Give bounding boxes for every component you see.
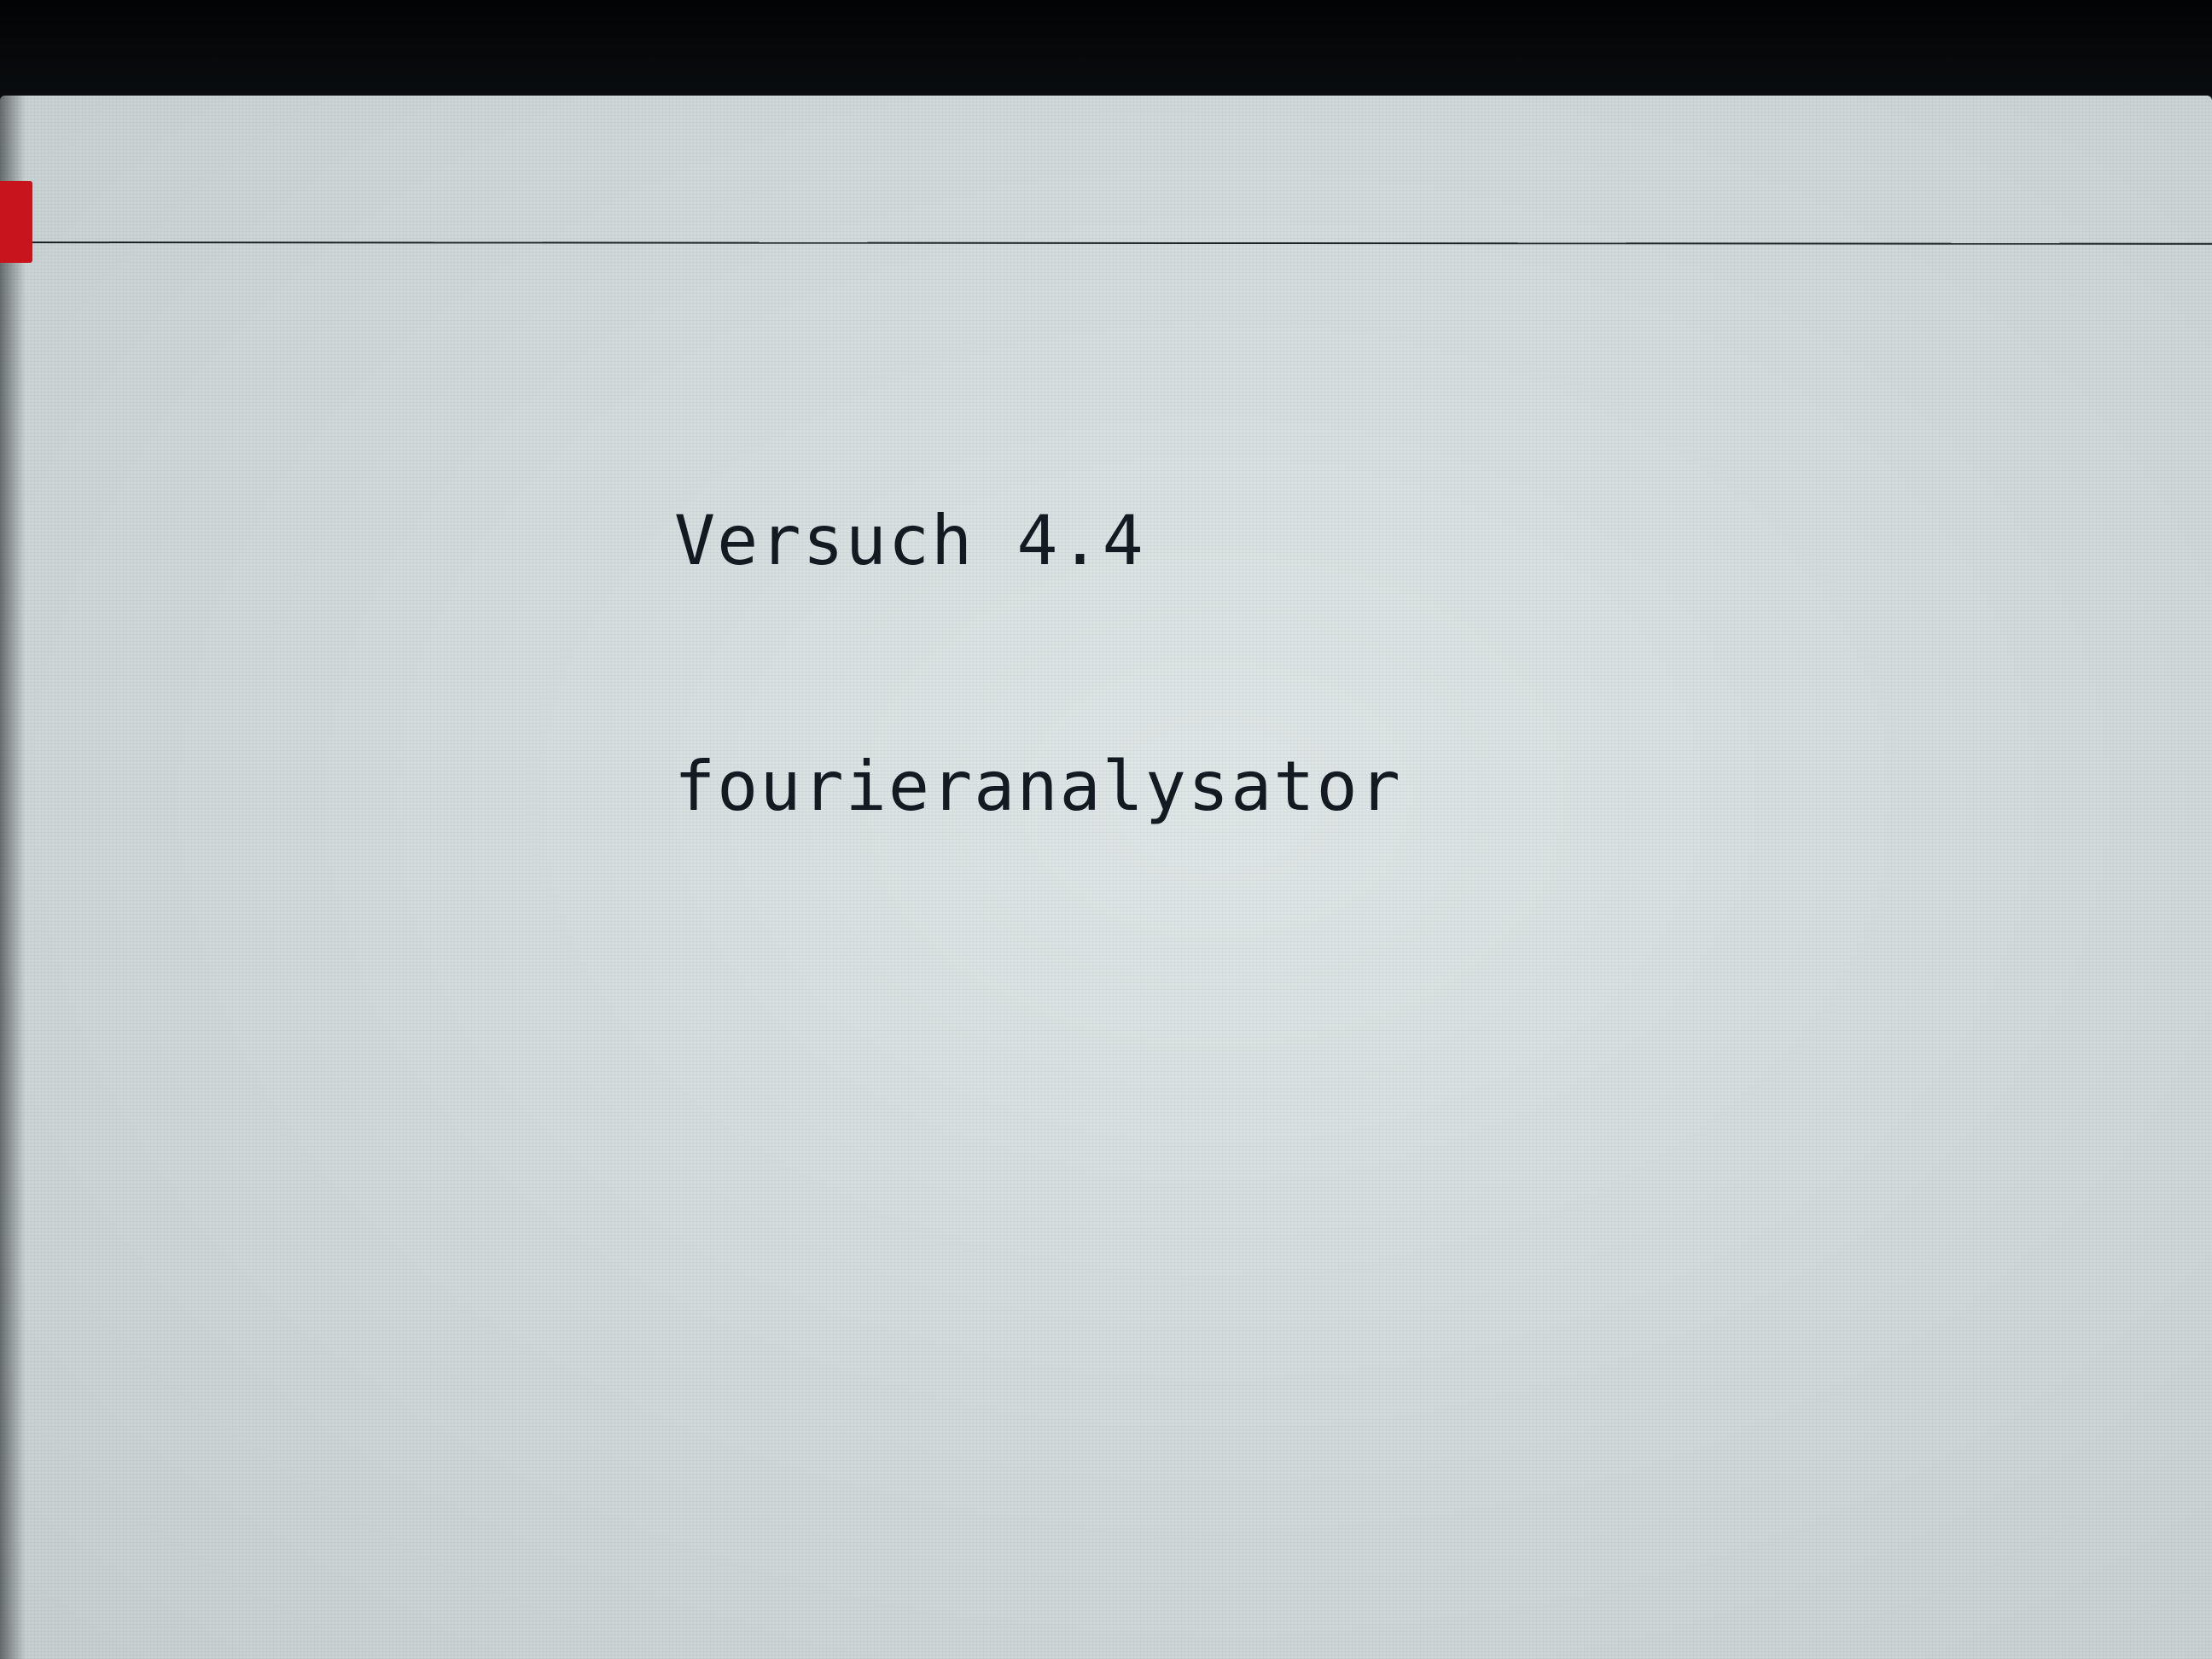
title-line-experiment-number: Versuch 4.4	[674, 501, 1145, 580]
red-status-marker	[0, 181, 32, 263]
experiment-title: Versuch 4.4 fourieranalysator	[674, 336, 1402, 992]
screen-edge-shadow	[0, 96, 26, 1659]
title-line-experiment-name: fourieranalysator	[674, 747, 1402, 826]
display-screen: Versuch 4.4 fourieranalysator	[0, 96, 2212, 1659]
monitor-bezel	[0, 0, 2212, 101]
header-divider	[32, 242, 2212, 245]
